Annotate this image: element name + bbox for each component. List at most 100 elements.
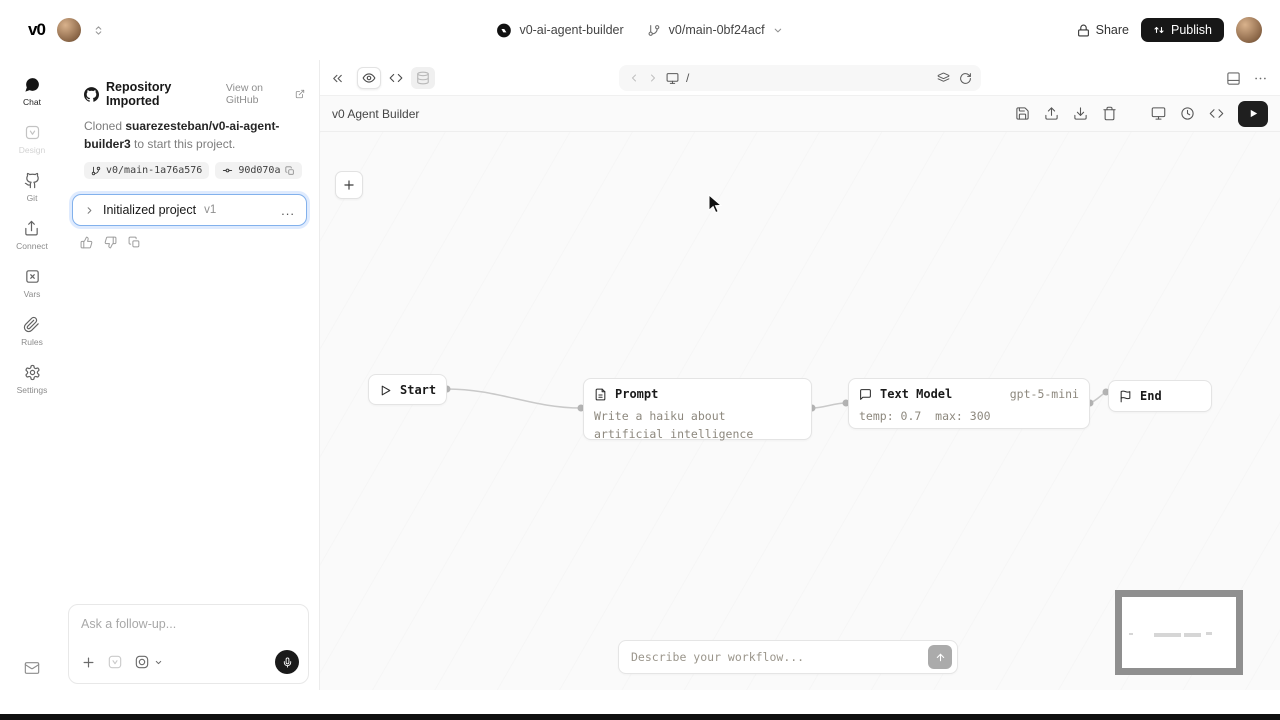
project-name[interactable]: v0-ai-agent-builder: [519, 23, 623, 37]
thumbs-down-icon[interactable]: [104, 236, 117, 249]
chat-input[interactable]: Ask a follow-up...: [81, 617, 296, 631]
model-select[interactable]: [134, 654, 163, 670]
node-title: Prompt: [615, 387, 658, 401]
external-link-icon: [295, 89, 305, 99]
workspace-switcher-icon[interactable]: [93, 25, 104, 36]
flag-icon: [1119, 390, 1132, 403]
export-icon[interactable]: [1044, 106, 1059, 121]
node-prompt[interactable]: Prompt Write a haiku about artificial in…: [583, 378, 812, 440]
v0-logo[interactable]: v0: [28, 20, 45, 40]
rail-item-chat[interactable]: Chat: [23, 76, 41, 107]
panel-layout-icon[interactable]: [1226, 71, 1241, 86]
builder-header: v0 Agent Builder: [320, 96, 1280, 132]
view-on-github-link[interactable]: View on GitHub: [226, 82, 305, 106]
code-view-toggle[interactable]: [384, 67, 408, 89]
chat-composer[interactable]: Ask a follow-up...: [68, 604, 309, 684]
layers-icon[interactable]: [937, 72, 950, 85]
copy-commit-icon[interactable]: [285, 166, 295, 176]
refresh-icon[interactable]: [959, 72, 972, 85]
version-card-initialized-project[interactable]: Initialized project v1 ...: [72, 194, 307, 226]
view-on-github-label: View on GitHub: [226, 82, 292, 106]
workflow-input[interactable]: Describe your workflow...: [631, 650, 928, 664]
workflow-canvas[interactable]: Start Prompt Write a haiku about artific…: [320, 132, 1280, 690]
github-logo-icon: [84, 87, 99, 102]
preview-monitor-icon[interactable]: [1151, 106, 1166, 121]
message-actions: [80, 236, 319, 249]
share-button[interactable]: Share: [1077, 23, 1129, 37]
code-icon[interactable]: [1209, 106, 1224, 121]
chat-icon: [24, 76, 41, 93]
node-end[interactable]: End: [1108, 380, 1212, 412]
nav-forward-icon[interactable]: [647, 72, 659, 84]
copy-message-icon[interactable]: [128, 236, 141, 249]
url-path[interactable]: /: [686, 71, 689, 85]
feedback-mail-icon[interactable]: [24, 660, 40, 676]
rail-item-settings[interactable]: Settings: [17, 364, 48, 395]
github-icon: [24, 172, 41, 189]
attach-plus-icon[interactable]: [81, 655, 96, 670]
thumbs-up-icon[interactable]: [80, 236, 93, 249]
preview-eye-toggle[interactable]: [357, 67, 381, 89]
delete-icon[interactable]: [1102, 106, 1117, 121]
icon-rail: Chat Design Git Connect Vars: [0, 60, 64, 690]
version-more-button[interactable]: ...: [281, 203, 295, 218]
save-icon[interactable]: [1015, 106, 1030, 121]
rail-label: Chat: [23, 97, 41, 107]
screen-size-icon[interactable]: [666, 72, 679, 85]
chevron-down-icon[interactable]: [773, 25, 784, 36]
branch-badge[interactable]: v0/main-1a76a576: [84, 162, 209, 179]
gear-icon: [24, 364, 41, 381]
project-icon: [496, 23, 511, 38]
rail-label: Design: [19, 145, 45, 155]
publish-label: Publish: [1171, 23, 1212, 37]
git-commit-icon: [222, 165, 233, 176]
preview-area: / v0 Agent Buil: [320, 60, 1280, 690]
url-bar[interactable]: /: [619, 65, 981, 91]
play-icon: [379, 384, 392, 397]
nav-back-icon[interactable]: [628, 72, 640, 84]
rail-item-git[interactable]: Git: [24, 172, 41, 203]
node-prompt-text: Write a haiku about artificial intellige…: [584, 408, 811, 453]
publish-button[interactable]: Publish: [1141, 18, 1224, 42]
screen-bottom-edge: [0, 714, 1280, 720]
app-window: v0 v0-ai-agent-builder v0/main-0bf24acf: [0, 0, 1280, 720]
branch-selector[interactable]: v0/main-0bf24acf: [669, 23, 765, 37]
rail-label: Vars: [24, 289, 41, 299]
rail-item-connect[interactable]: Connect: [16, 220, 48, 251]
workflow-submit-button[interactable]: [928, 645, 952, 669]
import-icon[interactable]: [1073, 106, 1088, 121]
node-model-name: gpt-5-mini: [1010, 387, 1079, 401]
rail-label: Connect: [16, 241, 48, 251]
database-view-toggle[interactable]: [411, 67, 435, 89]
workflow-composer[interactable]: Describe your workflow...: [618, 640, 958, 674]
microphone-button[interactable]: [275, 650, 299, 674]
git-branch-icon: [91, 166, 101, 176]
history-clock-icon[interactable]: [1180, 106, 1195, 121]
add-node-button[interactable]: [335, 171, 363, 199]
rail-item-vars[interactable]: Vars: [24, 268, 41, 299]
connect-icon: [23, 220, 40, 237]
design-mode-icon[interactable]: [107, 654, 123, 670]
node-text-model[interactable]: Text Model gpt-5-mini temp: 0.7 max: 300: [848, 378, 1090, 429]
node-title: Start: [400, 383, 436, 397]
vars-icon: [24, 268, 41, 285]
minimap[interactable]: [1115, 590, 1243, 675]
rail-item-rules[interactable]: Rules: [21, 316, 43, 347]
document-icon: [594, 388, 607, 401]
collapse-panel-icon[interactable]: [330, 71, 345, 86]
node-model-params: temp: 0.7 max: 300: [849, 408, 1089, 435]
rules-icon: [23, 316, 40, 333]
commit-badge-label: 90d070a: [238, 165, 280, 176]
run-workflow-button[interactable]: [1238, 101, 1268, 127]
workspace-avatar[interactable]: [57, 18, 81, 42]
repository-imported-card: Repository Imported View on GitHub Clone…: [64, 60, 319, 179]
chevron-right-icon[interactable]: [84, 205, 95, 216]
commit-badge[interactable]: 90d070a: [215, 162, 302, 179]
git-branch-icon: [648, 24, 661, 37]
repo-card-title: Repository Imported: [106, 80, 219, 108]
node-start[interactable]: Start: [368, 374, 447, 405]
more-menu-icon[interactable]: [1253, 71, 1268, 86]
lock-icon: [1077, 24, 1090, 37]
user-avatar[interactable]: [1236, 17, 1262, 43]
rail-item-design[interactable]: Design: [19, 124, 45, 155]
